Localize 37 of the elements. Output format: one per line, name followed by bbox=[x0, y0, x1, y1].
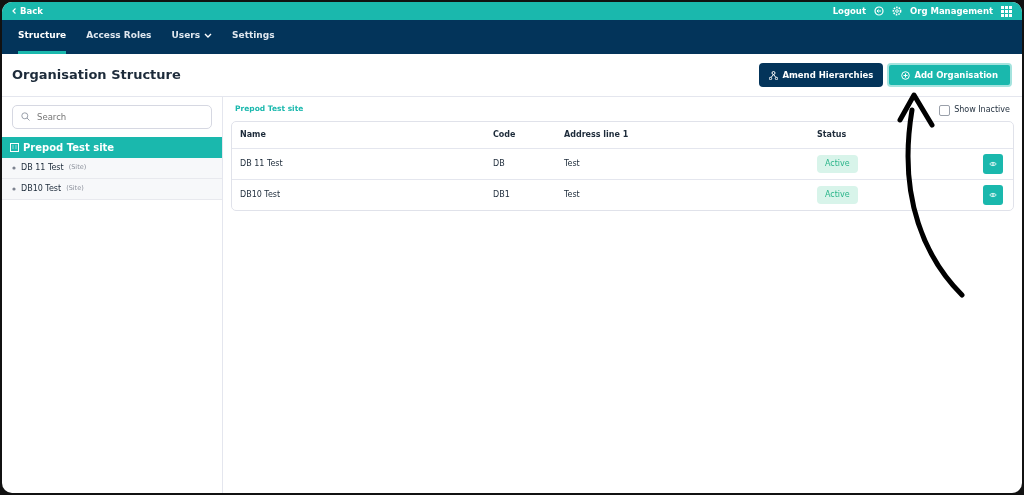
apps-grid-icon bbox=[1001, 5, 1012, 17]
view-button[interactable] bbox=[983, 154, 1003, 174]
status-badge: Active bbox=[817, 155, 858, 173]
status-badge: Active bbox=[817, 186, 858, 204]
eye-icon bbox=[989, 160, 997, 168]
table-cell-text: DB10 Test bbox=[240, 189, 282, 201]
nav-tab[interactable]: Settings bbox=[232, 20, 275, 54]
table-cell-text: DB bbox=[493, 158, 506, 170]
tree-item-label[interactable]: DB 11 Test bbox=[21, 162, 64, 174]
chevron-left-icon bbox=[12, 8, 16, 14]
column-header: Code bbox=[493, 129, 517, 141]
table-cell-text: Test bbox=[564, 158, 581, 170]
column-header: Name bbox=[240, 129, 267, 141]
logout-icon bbox=[873, 6, 884, 16]
plus-circle-icon bbox=[901, 70, 911, 80]
settings-icon bbox=[891, 6, 902, 16]
table-cell-text: Test bbox=[564, 189, 581, 201]
building-icon bbox=[10, 143, 19, 152]
amend-hierarchies-button[interactable]: Amend Hierarchies bbox=[759, 62, 884, 88]
eye-icon bbox=[989, 191, 997, 199]
column-header: Address line 1 bbox=[564, 129, 630, 141]
app-name: Org Management bbox=[909, 4, 993, 18]
search-field[interactable]: Search bbox=[12, 105, 212, 129]
nav-tab[interactable]: Users bbox=[171, 20, 213, 54]
checkbox-label: Show Inactive bbox=[954, 104, 1010, 116]
bullet-icon bbox=[12, 187, 16, 191]
table-cell-text: DB 11 Test bbox=[240, 158, 284, 170]
checkbox[interactable] bbox=[939, 104, 951, 116]
tree-item-label[interactable]: DB10 Test bbox=[21, 183, 62, 195]
view-button[interactable] bbox=[983, 185, 1003, 205]
bullet-icon bbox=[12, 166, 16, 170]
column-header: Status bbox=[817, 129, 848, 141]
page-title: Organisation Structure bbox=[12, 66, 181, 85]
nav-tab[interactable]: Access Roles bbox=[86, 20, 152, 54]
hierarchy-icon bbox=[769, 70, 779, 80]
nav-tab[interactable]: Structure bbox=[18, 20, 67, 54]
table-cell-text: DB1 bbox=[493, 189, 511, 201]
